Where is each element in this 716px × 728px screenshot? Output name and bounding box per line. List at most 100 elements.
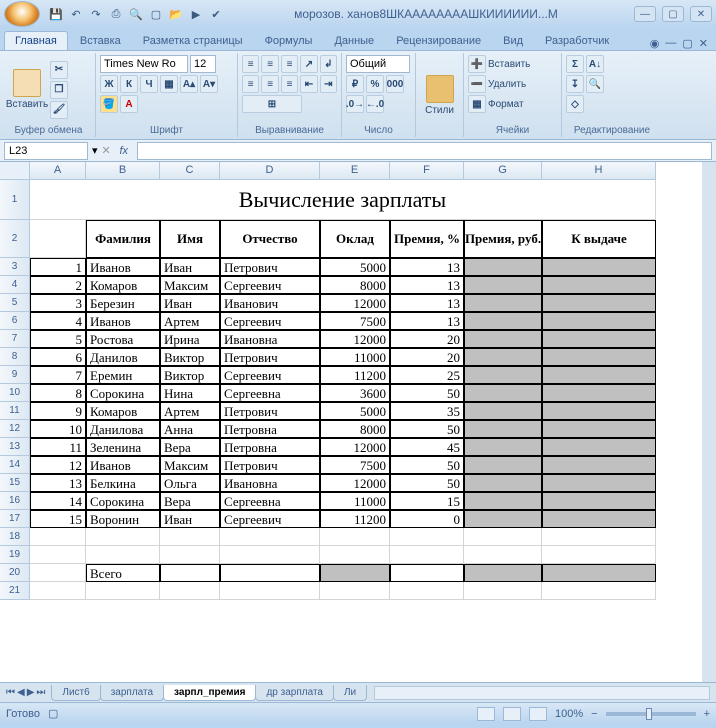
cell[interactable]: 13 xyxy=(390,312,464,330)
cell[interactable]: Комаров xyxy=(86,276,160,294)
row-head-10[interactable]: 10 xyxy=(0,384,30,402)
row-head-15[interactable]: 15 xyxy=(0,474,30,492)
cell[interactable] xyxy=(390,528,464,546)
zoom-level[interactable]: 100% xyxy=(555,708,583,720)
cell[interactable] xyxy=(464,330,542,348)
wrap-text-icon[interactable]: ↲ xyxy=(320,55,337,73)
zoom-in-icon[interactable]: + xyxy=(704,708,710,720)
cell[interactable] xyxy=(542,294,656,312)
col-head-F[interactable]: F xyxy=(390,162,464,180)
cell[interactable]: Виктор xyxy=(160,348,220,366)
qp-icon[interactable]: ⎙ xyxy=(108,6,124,22)
cell[interactable]: 12000 xyxy=(320,438,390,456)
cell[interactable] xyxy=(160,564,220,582)
cell[interactable]: 50 xyxy=(390,474,464,492)
cell[interactable]: 7500 xyxy=(320,312,390,330)
cell[interactable] xyxy=(160,528,220,546)
cell[interactable]: 50 xyxy=(390,420,464,438)
dec-decimal-icon[interactable]: ←.0 xyxy=(366,95,384,113)
find-icon[interactable]: 🔍 xyxy=(586,75,604,93)
cell[interactable]: 6 xyxy=(30,348,86,366)
cell[interactable]: 13 xyxy=(390,294,464,312)
cell[interactable]: 13 xyxy=(390,276,464,294)
cell[interactable]: 13 xyxy=(30,474,86,492)
merge-button[interactable]: ⊞ xyxy=(242,95,302,113)
cell[interactable] xyxy=(390,564,464,582)
cell[interactable]: Сергеевна xyxy=(220,384,320,402)
close-button[interactable]: ✕ xyxy=(690,6,712,22)
cell[interactable] xyxy=(320,564,390,582)
cell[interactable]: 7 xyxy=(30,366,86,384)
cell[interactable] xyxy=(220,528,320,546)
border-button[interactable]: ▦ xyxy=(160,75,178,93)
macro-rec-icon[interactable]: ▢ xyxy=(48,707,58,720)
cell[interactable] xyxy=(30,564,86,582)
cell[interactable] xyxy=(86,546,160,564)
cell[interactable] xyxy=(86,528,160,546)
cell[interactable]: Белкина xyxy=(86,474,160,492)
name-box[interactable]: L23 xyxy=(4,142,88,160)
cell[interactable] xyxy=(542,312,656,330)
cell[interactable] xyxy=(542,474,656,492)
cell[interactable] xyxy=(542,402,656,420)
cell[interactable]: Анна xyxy=(160,420,220,438)
align-right-icon[interactable]: ≡ xyxy=(281,75,298,93)
cell[interactable]: 3 xyxy=(30,294,86,312)
row-head-13[interactable]: 13 xyxy=(0,438,30,456)
cell[interactable]: 45 xyxy=(390,438,464,456)
cell[interactable] xyxy=(464,420,542,438)
insert-cells-label[interactable]: Вставить xyxy=(488,59,530,70)
italic-button[interactable]: К xyxy=(120,75,138,93)
cell[interactable] xyxy=(464,312,542,330)
cell[interactable]: Ивановна xyxy=(220,330,320,348)
cell[interactable]: 9 xyxy=(30,402,86,420)
cell[interactable] xyxy=(542,492,656,510)
cell[interactable] xyxy=(542,456,656,474)
undo-icon[interactable]: ↶ xyxy=(68,6,84,22)
cell[interactable] xyxy=(464,528,542,546)
tab-рецензирование[interactable]: Рецензирование xyxy=(386,32,491,50)
cell[interactable] xyxy=(220,564,320,582)
clear-icon[interactable]: ◇ xyxy=(566,95,584,113)
row-head-17[interactable]: 17 xyxy=(0,510,30,528)
cell[interactable]: Иванович xyxy=(220,294,320,312)
cell[interactable]: Вера xyxy=(160,492,220,510)
cell[interactable]: Виктор xyxy=(160,366,220,384)
cell[interactable]: Артем xyxy=(160,402,220,420)
sheet-tab-др зарплата[interactable]: др зарплата xyxy=(255,685,334,701)
cell[interactable] xyxy=(464,492,542,510)
cell[interactable] xyxy=(542,564,656,582)
cut-icon[interactable]: ✂ xyxy=(50,61,68,79)
cell[interactable] xyxy=(542,528,656,546)
paste-button[interactable]: Вставить xyxy=(6,55,48,124)
col-head-H[interactable]: H xyxy=(542,162,656,180)
cell[interactable] xyxy=(542,510,656,528)
cell[interactable]: Комаров xyxy=(86,402,160,420)
row-head-4[interactable]: 4 xyxy=(0,276,30,294)
align-top-icon[interactable]: ≡ xyxy=(242,55,259,73)
cell[interactable]: 8000 xyxy=(320,420,390,438)
horizontal-scrollbar[interactable] xyxy=(374,686,710,700)
insert-cells-icon[interactable]: ➕ xyxy=(468,55,486,73)
cell[interactable]: Ростова xyxy=(86,330,160,348)
row-head-11[interactable]: 11 xyxy=(0,402,30,420)
col-head-C[interactable]: C xyxy=(160,162,220,180)
cell[interactable]: Петровна xyxy=(220,420,320,438)
cell[interactable]: 11 xyxy=(30,438,86,456)
cell[interactable] xyxy=(464,276,542,294)
comma-icon[interactable]: 000 xyxy=(386,75,404,93)
cell[interactable] xyxy=(542,582,656,600)
cell[interactable]: 5 xyxy=(30,330,86,348)
pagebreak-view-icon[interactable] xyxy=(529,707,547,721)
cell[interactable]: Максим xyxy=(160,276,220,294)
col-head-A[interactable]: A xyxy=(30,162,86,180)
cell[interactable]: Нина xyxy=(160,384,220,402)
cell[interactable]: Петровна xyxy=(220,438,320,456)
orientation-icon[interactable]: ↗ xyxy=(300,55,317,73)
total-label[interactable]: Всего xyxy=(86,564,160,582)
cell[interactable]: 20 xyxy=(390,330,464,348)
shrink-font-icon[interactable]: A▾ xyxy=(200,75,218,93)
cell[interactable] xyxy=(464,438,542,456)
cell[interactable]: Оклад xyxy=(320,220,390,258)
cell[interactable] xyxy=(390,582,464,600)
